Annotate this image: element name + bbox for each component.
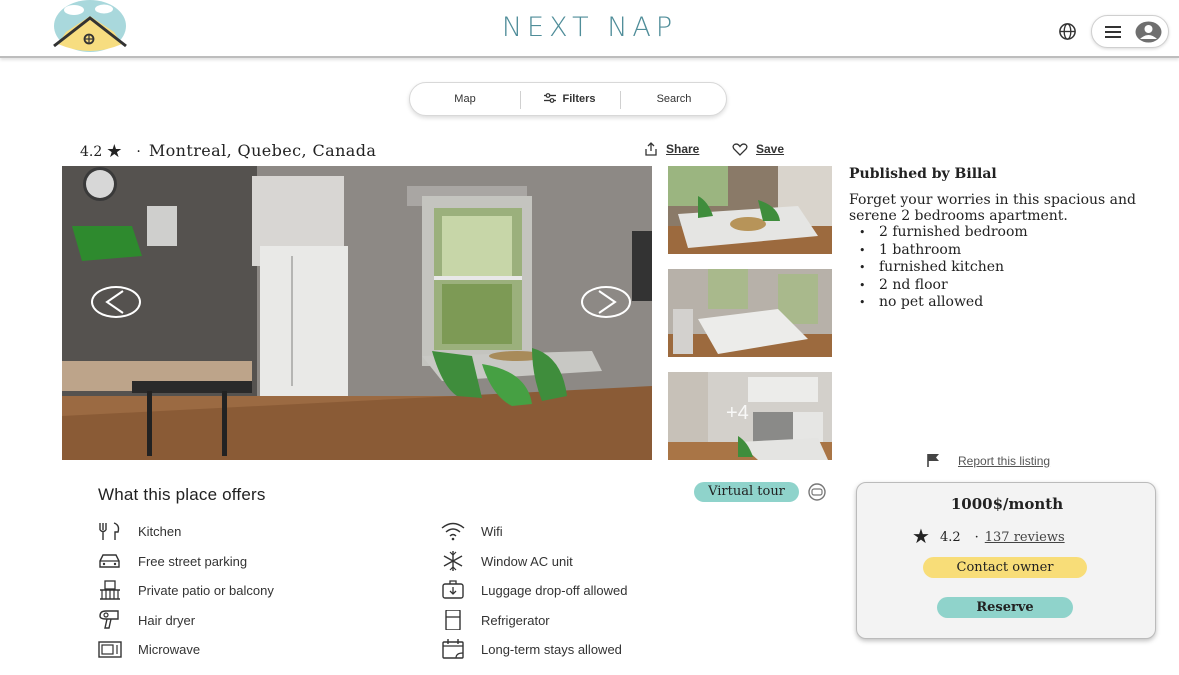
bedroom-photo <box>668 269 832 357</box>
feature-item: 1 bathroom <box>859 242 1169 260</box>
hamburger-icon <box>1105 26 1121 38</box>
heart-icon <box>732 143 748 156</box>
feature-list: 2 furnished bedroom 1 bathroom furnished… <box>859 224 1169 312</box>
publisher-name: Published by Billal <box>849 166 997 182</box>
booking-card: 1000$/month ★ 4.2 · 137 reviews Contact own… <box>856 482 1156 639</box>
amenity-label: Long-term stays allowed <box>481 642 622 657</box>
previous-photo-button[interactable] <box>91 286 141 318</box>
price: 1000$/month <box>950 495 1064 513</box>
amenity-label: Luggage drop-off allowed <box>481 583 628 598</box>
more-photos-count: +4 <box>726 402 749 424</box>
share-label: Share <box>666 142 700 156</box>
card-rating: ★ 4.2 · 137 reviews <box>912 524 1065 548</box>
next-photo-button[interactable] <box>581 286 631 318</box>
amenity-label: Kitchen <box>138 524 182 539</box>
amenity-label: Wifi <box>481 524 503 539</box>
dining-photo <box>668 166 832 254</box>
amenity-label: Refrigerator <box>481 613 550 628</box>
thumbnail-dining[interactable] <box>668 166 832 254</box>
listing-rating: 4.2 <box>80 144 103 160</box>
amenity-label: Microwave <box>138 642 201 657</box>
search-button[interactable]: Search <box>620 83 728 117</box>
refrigerator-icon <box>445 610 461 630</box>
listing-location: Montreal, Quebec, Canada <box>148 141 377 160</box>
wifi-icon <box>441 522 465 541</box>
filters-label: Filters <box>562 93 596 105</box>
search-bar: Map Filters Search <box>409 82 727 116</box>
listing-summary: 4.2 ★ · Montreal, Quebec, Canada <box>80 141 376 162</box>
snowflake-icon <box>443 551 463 571</box>
chevron-left-icon <box>105 290 124 314</box>
virtual-tour-button[interactable]: Virtual tour <box>694 482 799 502</box>
separator-dot: · <box>974 530 979 545</box>
amenity-label: Hair dryer <box>138 613 196 628</box>
brand-name: NEXT NAP <box>501 12 678 43</box>
kitchen-photo <box>62 166 652 460</box>
user-avatar-icon <box>1135 21 1162 43</box>
main-photo[interactable] <box>62 166 652 460</box>
chevron-right-icon <box>598 290 617 314</box>
user-menu-button[interactable] <box>1091 15 1169 48</box>
virtual-tour-icon[interactable] <box>807 483 827 501</box>
globe-icon[interactable] <box>1058 22 1077 41</box>
car-icon <box>99 554 120 568</box>
contact-owner-button[interactable]: Contact owner <box>923 557 1087 578</box>
balcony-icon <box>100 580 120 600</box>
amenity-label: Private patio or balcony <box>138 583 274 598</box>
feature-item: 2 nd floor <box>859 277 1169 295</box>
thumbnail-kitchen-more[interactable]: +4 <box>668 372 832 460</box>
sliders-icon <box>544 93 557 103</box>
save-button[interactable]: Save <box>732 142 784 156</box>
description-text: Forget your worries in this spacious and… <box>849 192 1136 224</box>
amenity-label: Window AC unit <box>481 554 573 569</box>
amenity-label: Free street parking <box>138 554 248 569</box>
map-button[interactable]: Map <box>410 83 520 117</box>
feature-item: furnished kitchen <box>859 259 1169 277</box>
top-header: NEXT NAP <box>0 0 1179 58</box>
reviews-link[interactable]: 137 reviews <box>985 530 1065 545</box>
rating-value: 4.2 <box>939 530 961 545</box>
share-button[interactable]: Share <box>644 142 699 156</box>
microwave-icon <box>98 641 122 658</box>
separator-dot: · <box>136 144 141 160</box>
filters-button[interactable]: Filters <box>520 83 620 117</box>
utensils-icon <box>99 522 120 540</box>
amenities-title: What this place offers <box>98 485 266 504</box>
report-label: Report this listing <box>958 454 1051 468</box>
hair-dryer-icon <box>99 610 119 629</box>
flag-icon <box>927 454 939 467</box>
share-icon <box>645 142 657 156</box>
save-label: Save <box>756 142 785 156</box>
feature-item: 2 furnished bedroom <box>859 224 1169 242</box>
luggage-icon <box>442 580 464 599</box>
star-icon: ★ <box>912 524 930 548</box>
kitchen2-photo <box>668 372 832 460</box>
reserve-button[interactable]: Reserve <box>937 597 1073 618</box>
star-icon: ★ <box>106 141 123 162</box>
feature-item: no pet allowed <box>859 294 1169 312</box>
calendar-icon <box>442 639 464 659</box>
report-listing-link[interactable]: Report this listing <box>926 453 1050 468</box>
listing-description: Published by Billal Forget your worries … <box>849 166 1169 312</box>
thumbnail-bedroom[interactable] <box>668 269 832 357</box>
